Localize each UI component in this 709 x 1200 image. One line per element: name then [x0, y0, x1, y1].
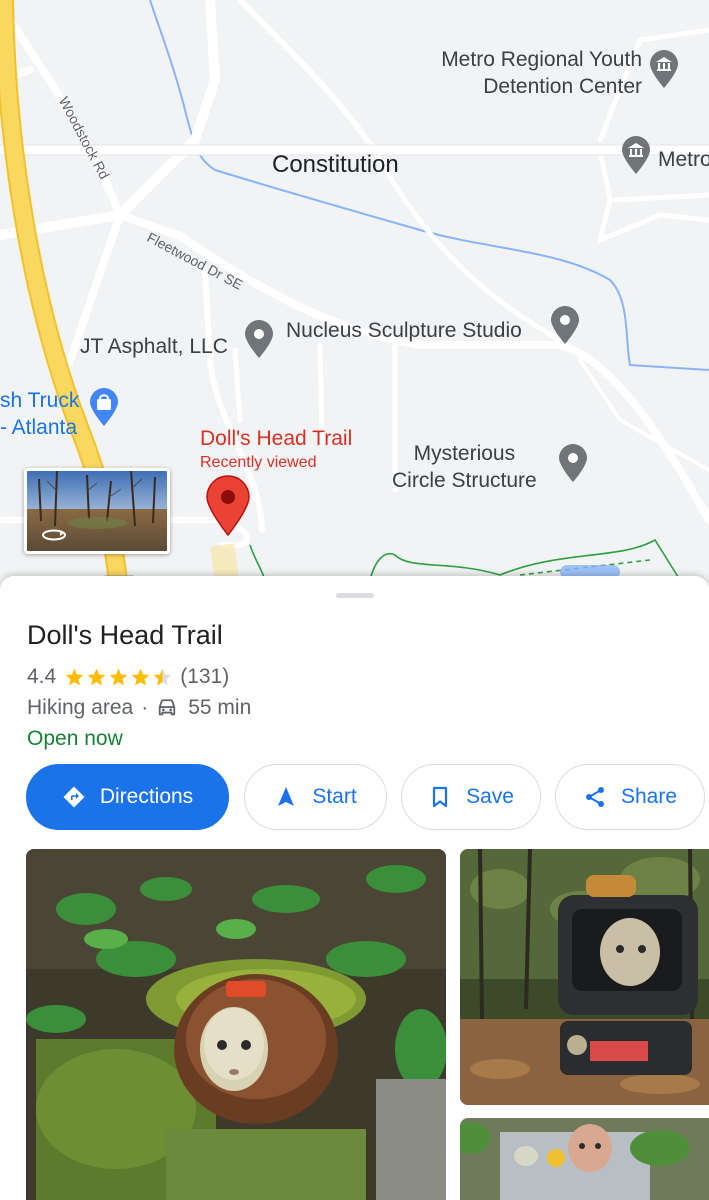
poi-label-detention-center[interactable]: Metro Regional Youth Detention Center — [441, 46, 642, 100]
star-icon — [65, 668, 84, 685]
place-sheet[interactable]: Doll's Head Trail 4.4 (131) Hiking area … — [0, 576, 709, 1200]
directions-icon — [63, 786, 85, 808]
poi-label-nucleus[interactable]: Nucleus Sculpture Studio — [286, 317, 522, 344]
directions-label: Directions — [99, 785, 194, 808]
museum-icon[interactable] — [620, 136, 652, 176]
share-label: Share — [620, 785, 678, 808]
half-star-icon — [153, 668, 172, 685]
drive-time: 55 min — [188, 696, 252, 719]
share-button[interactable]: Share — [555, 764, 705, 830]
rating-value: 4.4 — [27, 665, 57, 688]
photo-secondary-1[interactable] — [460, 849, 709, 1105]
street-view-thumbnail[interactable] — [24, 468, 170, 554]
star-icon — [87, 668, 106, 685]
drag-handle[interactable] — [336, 593, 374, 598]
selected-place-label[interactable]: Doll's Head Trail Recently viewed — [200, 426, 352, 474]
open-status: Open now — [27, 727, 123, 750]
photo-main[interactable] — [26, 849, 446, 1200]
rotate-360-icon — [41, 528, 67, 542]
save-button[interactable]: Save — [401, 764, 541, 830]
star-icon — [131, 668, 150, 685]
bookmark-icon — [432, 786, 448, 808]
selected-place-subtitle: Recently viewed — [200, 454, 317, 471]
selected-place-name: Doll's Head Trail — [200, 427, 353, 450]
poi-label-metro[interactable]: Metro — [658, 146, 709, 173]
place-pin-icon[interactable] — [243, 320, 275, 360]
car-icon — [159, 699, 176, 716]
area-label-constitution: Constitution — [272, 151, 399, 178]
poi-label-truck[interactable]: sh Truck - Atlanta — [0, 387, 79, 441]
rating-row[interactable]: 4.4 (131) — [27, 665, 229, 689]
poi-label-mysterious[interactable]: Mysterious Circle Structure — [392, 440, 537, 494]
save-label: Save — [466, 785, 514, 808]
start-button[interactable]: Start — [244, 764, 387, 830]
category-label: Hiking area — [27, 696, 134, 719]
place-pin-icon[interactable] — [557, 444, 589, 484]
share-icon — [585, 787, 604, 807]
start-label: Start — [312, 785, 357, 808]
review-count[interactable]: (131) — [180, 665, 229, 689]
shopping-bag-icon[interactable] — [88, 388, 120, 428]
poi-label-jt-asphalt[interactable]: JT Asphalt, LLC — [80, 333, 228, 360]
separator: · — [141, 696, 149, 719]
map-view[interactable]: Woodstock Rd Fleetwood Dr SE Metro Regio… — [0, 0, 709, 600]
star-rating — [64, 667, 174, 688]
red-location-pin-icon[interactable] — [205, 475, 251, 537]
photo-secondary-2[interactable] — [460, 1118, 709, 1200]
star-icon — [109, 668, 128, 685]
navigation-arrow-icon — [278, 787, 295, 806]
place-title: Doll's Head Trail — [27, 620, 223, 650]
directions-button[interactable]: Directions — [26, 764, 229, 830]
museum-icon[interactable] — [648, 50, 680, 90]
place-pin-icon[interactable] — [549, 306, 581, 346]
meta-row: Hiking area · 55 min — [27, 696, 251, 720]
